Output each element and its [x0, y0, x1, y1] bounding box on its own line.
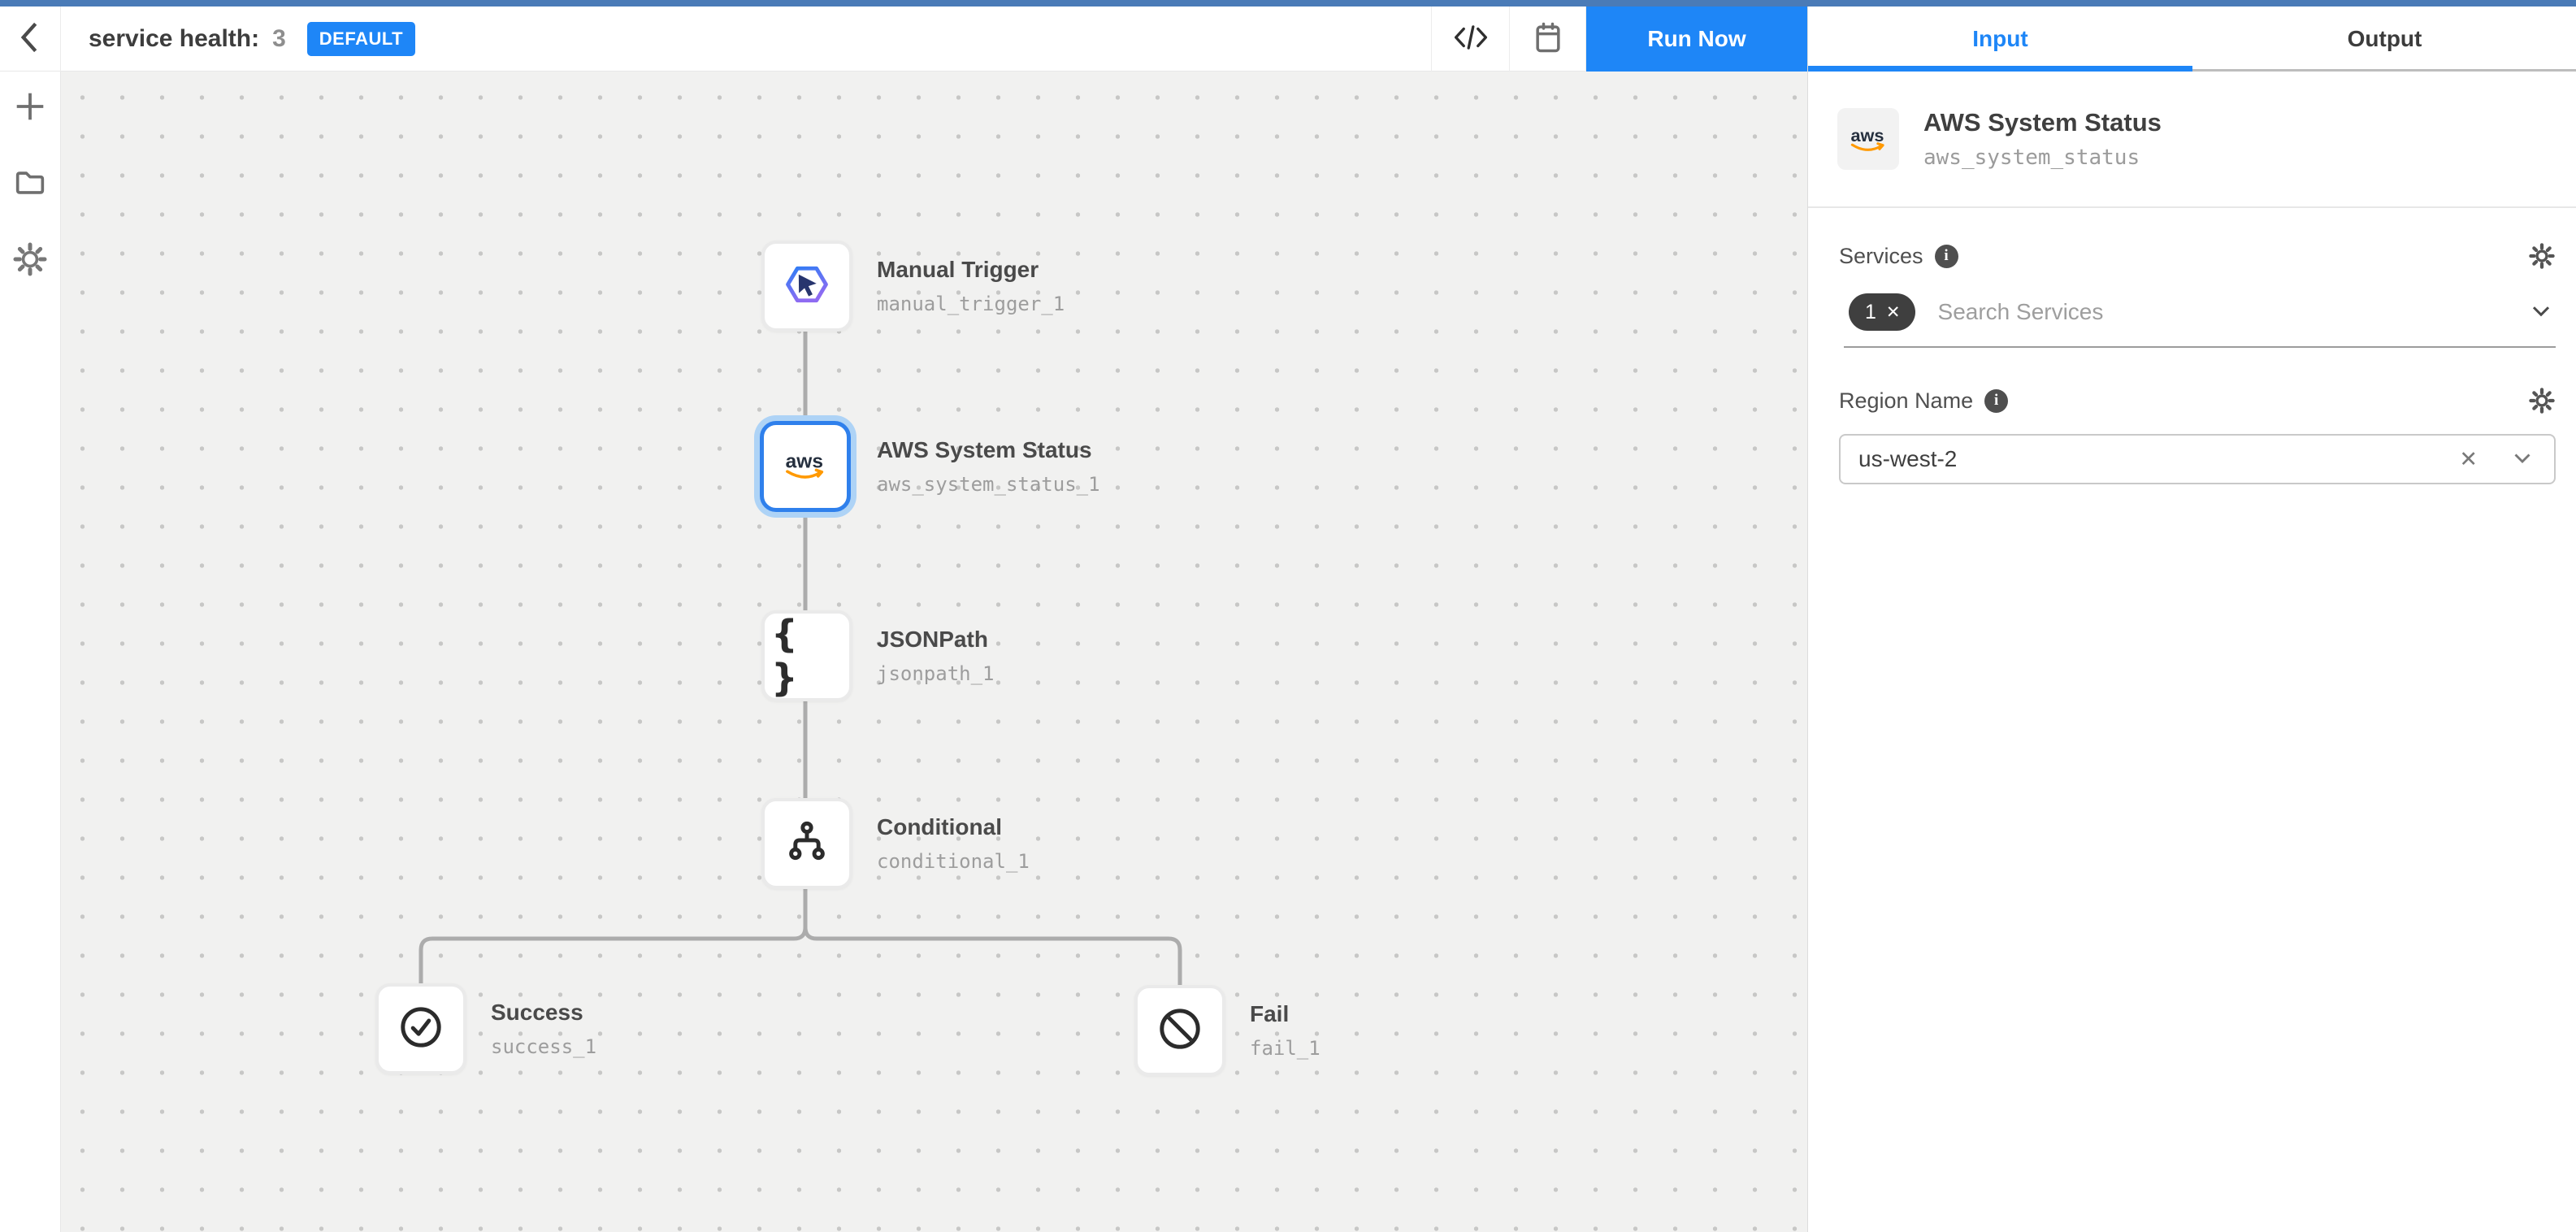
node-subtitle: jsonpath_1: [877, 662, 995, 685]
node-jsonpath[interactable]: { }: [761, 610, 852, 701]
panel-header-text: AWS System Status aws_system_status: [1923, 108, 2162, 170]
back-button[interactable]: [0, 7, 61, 72]
chip-count: 1: [1865, 301, 1876, 324]
services-select[interactable]: 1 ✕: [1839, 291, 2556, 333]
topbar: service health: 3 DEFAULT: [0, 7, 1807, 72]
folder-icon: [11, 164, 49, 206]
node-success[interactable]: [375, 983, 466, 1074]
gear-icon: [2528, 387, 2556, 414]
plus-icon: [11, 88, 49, 129]
region-settings-button[interactable]: [2528, 387, 2556, 414]
app-screen: service health: 3 DEFAULT: [0, 0, 2576, 1232]
region-label: Region Name: [1839, 388, 1973, 414]
node-conditional[interactable]: [761, 798, 852, 889]
node-fail[interactable]: [1134, 985, 1225, 1076]
schedule-button[interactable]: [1510, 7, 1586, 72]
node-title: Fail: [1250, 1001, 1321, 1027]
node-title: Success: [491, 1000, 596, 1026]
node-label-aws-system-status: AWS System Status aws_system_status_1: [877, 421, 1100, 512]
chevron-down-icon[interactable]: [2509, 444, 2536, 475]
region-input[interactable]: [1858, 446, 2459, 472]
code-icon: [1452, 20, 1490, 59]
node-title: AWS System Status: [877, 437, 1100, 463]
info-icon[interactable]: i: [1984, 389, 2008, 413]
manual-trigger-icon: [781, 258, 833, 315]
curly-braces-icon: { }: [765, 612, 849, 700]
calendar-icon: [1530, 20, 1566, 59]
no-sign-icon: [1155, 1004, 1205, 1058]
services-count-chip[interactable]: 1 ✕: [1849, 293, 1915, 331]
info-icon[interactable]: i: [1935, 245, 1958, 268]
node-subtitle: fail_1: [1250, 1037, 1321, 1060]
panel-header: aws AWS System Status aws_system_status: [1808, 72, 2576, 208]
chevron-left-icon: [14, 18, 46, 61]
node-subtitle: aws_system_status_1: [877, 473, 1100, 496]
tab-output[interactable]: Output: [2192, 7, 2576, 72]
region-field: Region Name i: [1839, 387, 2556, 484]
left-sidebar: [0, 72, 61, 1232]
gear-icon: [2528, 242, 2556, 270]
services-settings-button[interactable]: [2528, 242, 2556, 270]
aws-logo-tile: aws: [1837, 108, 1899, 170]
check-circle-icon: [396, 1002, 446, 1056]
node-manual-trigger[interactable]: [761, 241, 852, 332]
node-label-jsonpath: JSONPath jsonpath_1: [877, 610, 995, 701]
workflow-title-group: service health: 3 DEFAULT: [89, 7, 415, 72]
services-field-head: Services i: [1839, 242, 2556, 270]
region-field-head: Region Name i: [1839, 387, 2556, 414]
workflow-settings-button[interactable]: [11, 242, 49, 280]
svg-text:aws: aws: [1850, 125, 1884, 145]
node-subtitle: manual_trigger_1: [877, 293, 1065, 315]
folder-button[interactable]: [11, 166, 49, 203]
chip-remove-icon[interactable]: ✕: [1886, 302, 1901, 323]
workflow-title: service health:: [89, 25, 259, 53]
aws-logo-icon: aws: [1843, 122, 1893, 156]
add-node-button[interactable]: [11, 89, 49, 127]
workflow-canvas[interactable]: Manual Trigger manual_trigger_1 aws AWS …: [61, 72, 1807, 1232]
services-label: Services: [1839, 244, 1923, 269]
services-field: Services i: [1839, 242, 2556, 348]
node-title: JSONPath: [877, 627, 995, 653]
run-now-button[interactable]: Run Now: [1586, 7, 1807, 72]
node-subtitle: success_1: [491, 1035, 596, 1058]
default-badge: DEFAULT: [307, 22, 415, 56]
services-search-input[interactable]: [1938, 299, 2526, 325]
node-label-conditional: Conditional conditional_1: [877, 798, 1030, 889]
code-view-button[interactable]: [1431, 7, 1510, 72]
node-title: Conditional: [877, 814, 1030, 840]
node-subtitle: conditional_1: [877, 850, 1030, 873]
tab-input[interactable]: Input: [1808, 7, 2192, 72]
panel-body: Services i: [1808, 210, 2576, 484]
node-label-fail: Fail fail_1: [1250, 985, 1321, 1076]
window-top-strip: [0, 0, 2576, 7]
aws-logo-icon: aws: [777, 445, 834, 488]
panel-title: AWS System Status: [1923, 108, 2162, 137]
region-select[interactable]: ✕: [1839, 434, 2556, 484]
branch-icon: [782, 817, 832, 871]
node-aws-system-status[interactable]: aws: [760, 421, 851, 512]
node-label-success: Success success_1: [491, 983, 596, 1074]
config-panel: Input Output aws AWS System Status aws_s…: [1807, 7, 2576, 1232]
clear-icon[interactable]: ✕: [2459, 447, 2478, 472]
chevron-down-icon[interactable]: [2526, 296, 2556, 329]
workflow-count: 3: [272, 25, 286, 53]
gear-icon: [11, 241, 49, 282]
services-underline: [1844, 346, 2556, 348]
node-label-manual-trigger: Manual Trigger manual_trigger_1: [877, 241, 1065, 332]
panel-subtitle: aws_system_status: [1923, 145, 2162, 170]
node-title: Manual Trigger: [877, 257, 1065, 283]
panel-tabs: Input Output: [1808, 7, 2576, 72]
